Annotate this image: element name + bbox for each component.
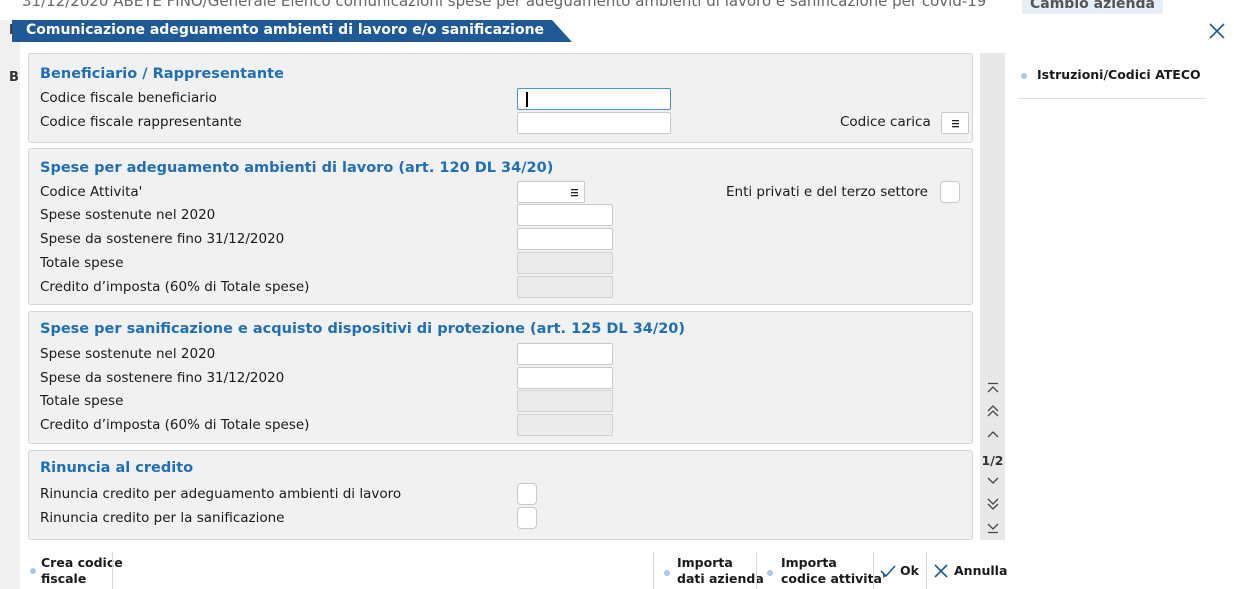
importa-dati-line1: Importa [677,555,733,570]
sanificazione-spese-da-sostenere-text[interactable] [518,368,612,388]
ok-label: Ok [900,563,919,578]
bullet-icon [1021,73,1027,79]
section-rinuncia: Rinuncia al credito Rinuncia credito per… [28,450,973,540]
cf-beneficiario-input[interactable] [517,88,671,110]
sanificazione-totale-spese-field [517,390,613,412]
istruzioni-codici-ateco-link[interactable]: Istruzioni/Codici ATECO [1018,67,1206,99]
page-up-button[interactable] [980,424,1005,444]
close-icon[interactable] [1208,22,1226,40]
codice-attivita-label: Codice Attivita' [40,184,143,200]
codice-attivita-combo[interactable] [517,181,585,203]
sanificazione-credito-field [517,414,613,436]
annulla-label: Annulla [954,563,1008,578]
page-down-fast-button[interactable] [980,494,1005,514]
section-title-beneficiario: Beneficiario / Rappresentante [40,66,284,82]
page-indicator: 1/2 [981,453,1004,468]
ok-button[interactable]: Ok [874,552,926,589]
rinuncia-adeguamento-label: Rinuncia credito per adeguamento ambient… [40,486,402,502]
list-icon [952,120,959,128]
page-down-button[interactable] [980,471,1005,491]
codice-carica-label: Codice carica [840,114,931,130]
chevron-down-icon [987,477,998,484]
importa-codice-line2: codice attivita' [781,571,886,586]
credito-imposta-label: Credito d’imposta (60% di Totale spese) [40,417,310,433]
importa-codice-attivita-button[interactable]: Importa codice attivita' [757,552,886,589]
crea-cf-line1: Crea codice [41,555,123,570]
sanificazione-spese-da-sostenere-input[interactable] [517,367,613,389]
enti-privati-label: Enti privati e del terzo settore [726,184,928,200]
dialog-title-bar: Comunicazione adeguamento ambienti di la… [12,20,572,42]
section-title-sanificazione: Spese per sanificazione e acquisto dispo… [40,321,685,337]
totale-spese-label: Totale spese [40,255,124,271]
totale-spese-label: Totale spese [40,393,124,409]
chevron-up-icon [987,431,998,438]
cf-rappresentante-text[interactable] [518,113,670,133]
background-window-title: 31/12/2020 ABETE FINO/Generale Elenco co… [22,0,987,10]
adeguamento-totale-spese-field [517,252,613,274]
istruzioni-label: Istruzioni/Codici ATECO [1037,67,1201,82]
section-sanificazione: Spese per sanificazione e acquisto dispo… [28,311,973,444]
last-page-button[interactable] [980,517,1005,537]
crea-codice-fiscale-button[interactable]: Crea codice fiscale [20,552,123,589]
cf-rappresentante-input[interactable] [517,112,671,134]
annulla-button[interactable]: Annulla [927,552,1008,589]
page-up-fast-button[interactable] [980,401,1005,421]
adeguamento-spese-da-sostenere-text[interactable] [518,229,612,249]
first-page-icon [987,382,998,393]
list-icon [571,189,578,197]
toolbar-separator [112,552,113,589]
cambio-azienda-tab[interactable]: Cambio azienda [1022,0,1163,14]
bullet-icon [664,570,670,576]
cf-beneficiario-label: Codice fiscale beneficiario [40,90,217,106]
spese-da-sostenere-label: Spese da sostenere fino 31/12/2020 [40,370,285,386]
dialog-window: Comunicazione adeguamento ambienti di la… [12,20,1234,589]
importa-dati-line2: dati azienda [677,571,764,586]
adeguamento-spese-sostenute-text[interactable] [518,205,612,225]
credito-imposta-label: Credito d’imposta (60% di Totale spese) [40,279,310,295]
rinuncia-sanificazione-checkbox[interactable] [517,507,537,529]
first-page-button[interactable] [980,379,1005,399]
double-chevron-up-icon [987,405,998,417]
importa-dati-azienda-button[interactable]: Importa dati azienda [654,552,764,589]
spese-sostenute-label: Spese sostenute nel 2020 [40,207,216,223]
section-title-adeguamento: Spese per adeguamento ambienti di lavoro… [40,160,554,176]
adeguamento-spese-sostenute-input[interactable] [517,204,613,226]
page-navigation: 1/2 [980,53,1005,540]
sanificazione-spese-sostenute-input[interactable] [517,343,613,365]
enti-privati-checkbox[interactable] [940,181,960,203]
close-icon [934,564,948,578]
spese-da-sostenere-label: Spese da sostenere fino 31/12/2020 [40,231,285,247]
background-letter: B [9,70,19,85]
last-page-icon [987,523,998,534]
text-caret [526,92,528,107]
rinuncia-sanificazione-label: Rinuncia credito per la sanificazione [40,510,285,526]
adeguamento-credito-field [517,276,613,298]
importa-codice-line1: Importa [781,555,837,570]
section-adeguamento: Spese per adeguamento ambienti di lavoro… [28,148,973,305]
dialog-title: Comunicazione adeguamento ambienti di la… [26,22,545,38]
background-left-strip: B B [0,20,20,589]
spese-sostenute-label: Spese sostenute nel 2020 [40,346,216,362]
section-title-rinuncia: Rinuncia al credito [40,460,194,476]
adeguamento-spese-da-sostenere-input[interactable] [517,228,613,250]
bullet-icon [30,568,36,574]
section-beneficiario: Beneficiario / Rappresentante Codice fis… [28,53,973,143]
crea-cf-line2: fiscale [41,571,87,586]
rinuncia-adeguamento-checkbox[interactable] [517,483,537,505]
double-chevron-down-icon [987,498,998,510]
bullet-icon [767,570,773,576]
check-icon [880,565,896,578]
background-window-header: 31/12/2020 ABETE FINO/Generale Elenco co… [0,0,1234,20]
sanificazione-spese-sostenute-text[interactable] [518,344,612,364]
codice-carica-combo[interactable] [941,112,969,134]
cf-beneficiario-text[interactable] [518,89,670,109]
cf-rappresentante-label: Codice fiscale rappresentante [40,114,242,130]
